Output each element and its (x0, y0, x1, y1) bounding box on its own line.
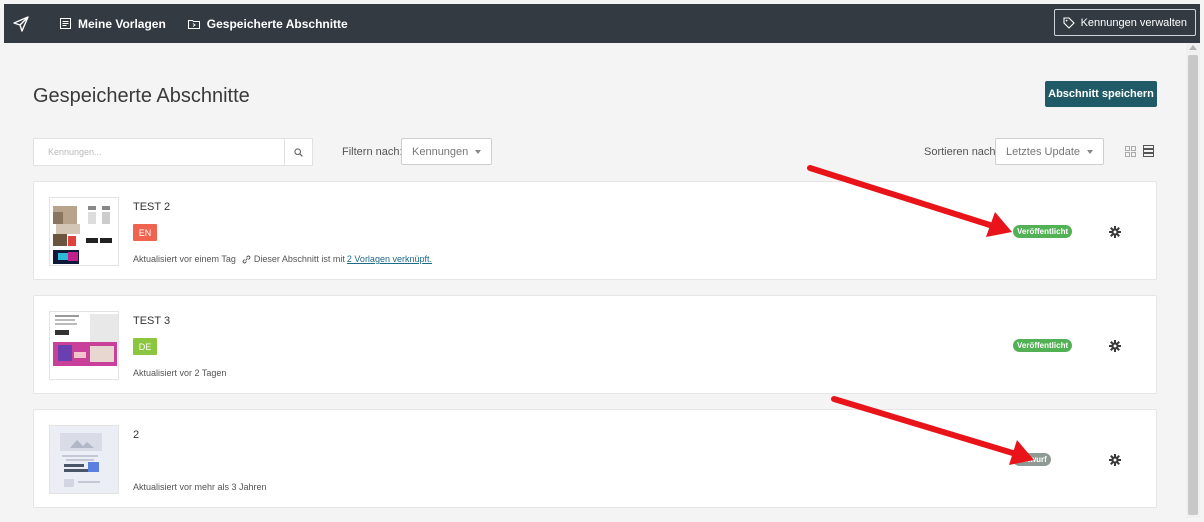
nav-label: Gespeicherte Abschnitte (206, 16, 348, 31)
search-icon (294, 147, 303, 157)
caret-down-icon (1087, 149, 1093, 154)
status-badge: Veröffentlicht (1013, 225, 1073, 238)
section-meta: Aktualisiert vor einem Tag Dieser Abschn… (133, 254, 432, 264)
sort-label: Sortieren nach: (924, 146, 999, 158)
nav-saved-sections[interactable]: Gespeicherte Abschnitte (187, 16, 348, 31)
section-card[interactable]: TEST 3 DE Aktualisiert vor 2 Tagen Veröf… (33, 295, 1157, 394)
sort-value: Letztes Update (1006, 145, 1080, 158)
top-navigation-bar: Meine Vorlagen Gespeicherte Abschnitte K… (4, 4, 1200, 43)
filter-value: Kennungen (412, 145, 469, 158)
gear-icon[interactable] (1109, 339, 1121, 357)
updated-text: Aktualisiert vor mehr als 3 Jahren (133, 482, 267, 492)
folder-icon (187, 19, 200, 29)
status-badge: Veröffentlicht (1013, 339, 1073, 352)
filter-dropdown[interactable]: Kennungen (401, 138, 493, 165)
filter-label: Filtern nach: (342, 146, 403, 158)
section-card[interactable]: 2 Aktualisiert vor mehr als 3 Jahren Ent… (33, 409, 1157, 508)
updated-text: Aktualisiert vor einem Tag (133, 254, 236, 264)
scroll-up-icon[interactable] (1189, 45, 1197, 50)
language-badge: DE (133, 338, 157, 355)
save-section-button[interactable]: Abschnitt speichern (1045, 81, 1157, 107)
manage-tags-label: Kennungen verwalten (1080, 16, 1187, 29)
nav-label: Meine Vorlagen (78, 16, 166, 31)
caret-down-icon (475, 149, 482, 154)
section-thumbnail[interactable] (49, 311, 119, 380)
search-button[interactable] (284, 138, 313, 166)
tag-search-input[interactable]: Kennungen... (33, 138, 284, 166)
status-badge: Entwurf (1013, 453, 1051, 466)
gear-icon[interactable] (1109, 453, 1121, 471)
tag-icon (1063, 16, 1075, 29)
section-title: TEST 3 (133, 315, 171, 327)
section-meta: Aktualisiert vor 2 Tagen (133, 368, 226, 378)
list-view-icon[interactable] (1143, 144, 1154, 162)
nav-my-templates[interactable]: Meine Vorlagen (60, 17, 166, 31)
language-badge: EN (133, 224, 157, 241)
template-icon (60, 18, 71, 29)
section-title: 2 (133, 429, 140, 441)
grid-view-icon[interactable] (1125, 144, 1136, 162)
section-thumbnail[interactable] (49, 197, 119, 266)
section-meta: Aktualisiert vor mehr als 3 Jahren (133, 482, 267, 492)
section-title: TEST 2 (133, 201, 171, 213)
gear-icon[interactable] (1109, 225, 1121, 243)
manage-tags-button[interactable]: Kennungen verwalten (1053, 9, 1196, 36)
linked-text: Dieser Abschnitt ist mit (253, 254, 345, 264)
sort-dropdown[interactable]: Letztes Update (995, 138, 1104, 165)
updated-text: Aktualisiert vor 2 Tagen (133, 368, 227, 378)
linked-templates-link[interactable]: 2 Vorlagen verknüpft. (347, 254, 432, 264)
vertical-scrollbar[interactable] (1186, 43, 1200, 518)
section-thumbnail[interactable] (49, 425, 119, 494)
section-card[interactable]: TEST 2 EN Aktualisiert vor einem Tag Die… (33, 181, 1157, 280)
main-content: Gespeicherte Abschnitte Abschnitt speich… (4, 43, 1186, 518)
link-icon (242, 255, 251, 263)
send-logo-icon[interactable] (4, 4, 38, 43)
page-title: Gespeicherte Abschnitte (33, 85, 250, 107)
scrollbar-thumb[interactable] (1188, 55, 1198, 515)
